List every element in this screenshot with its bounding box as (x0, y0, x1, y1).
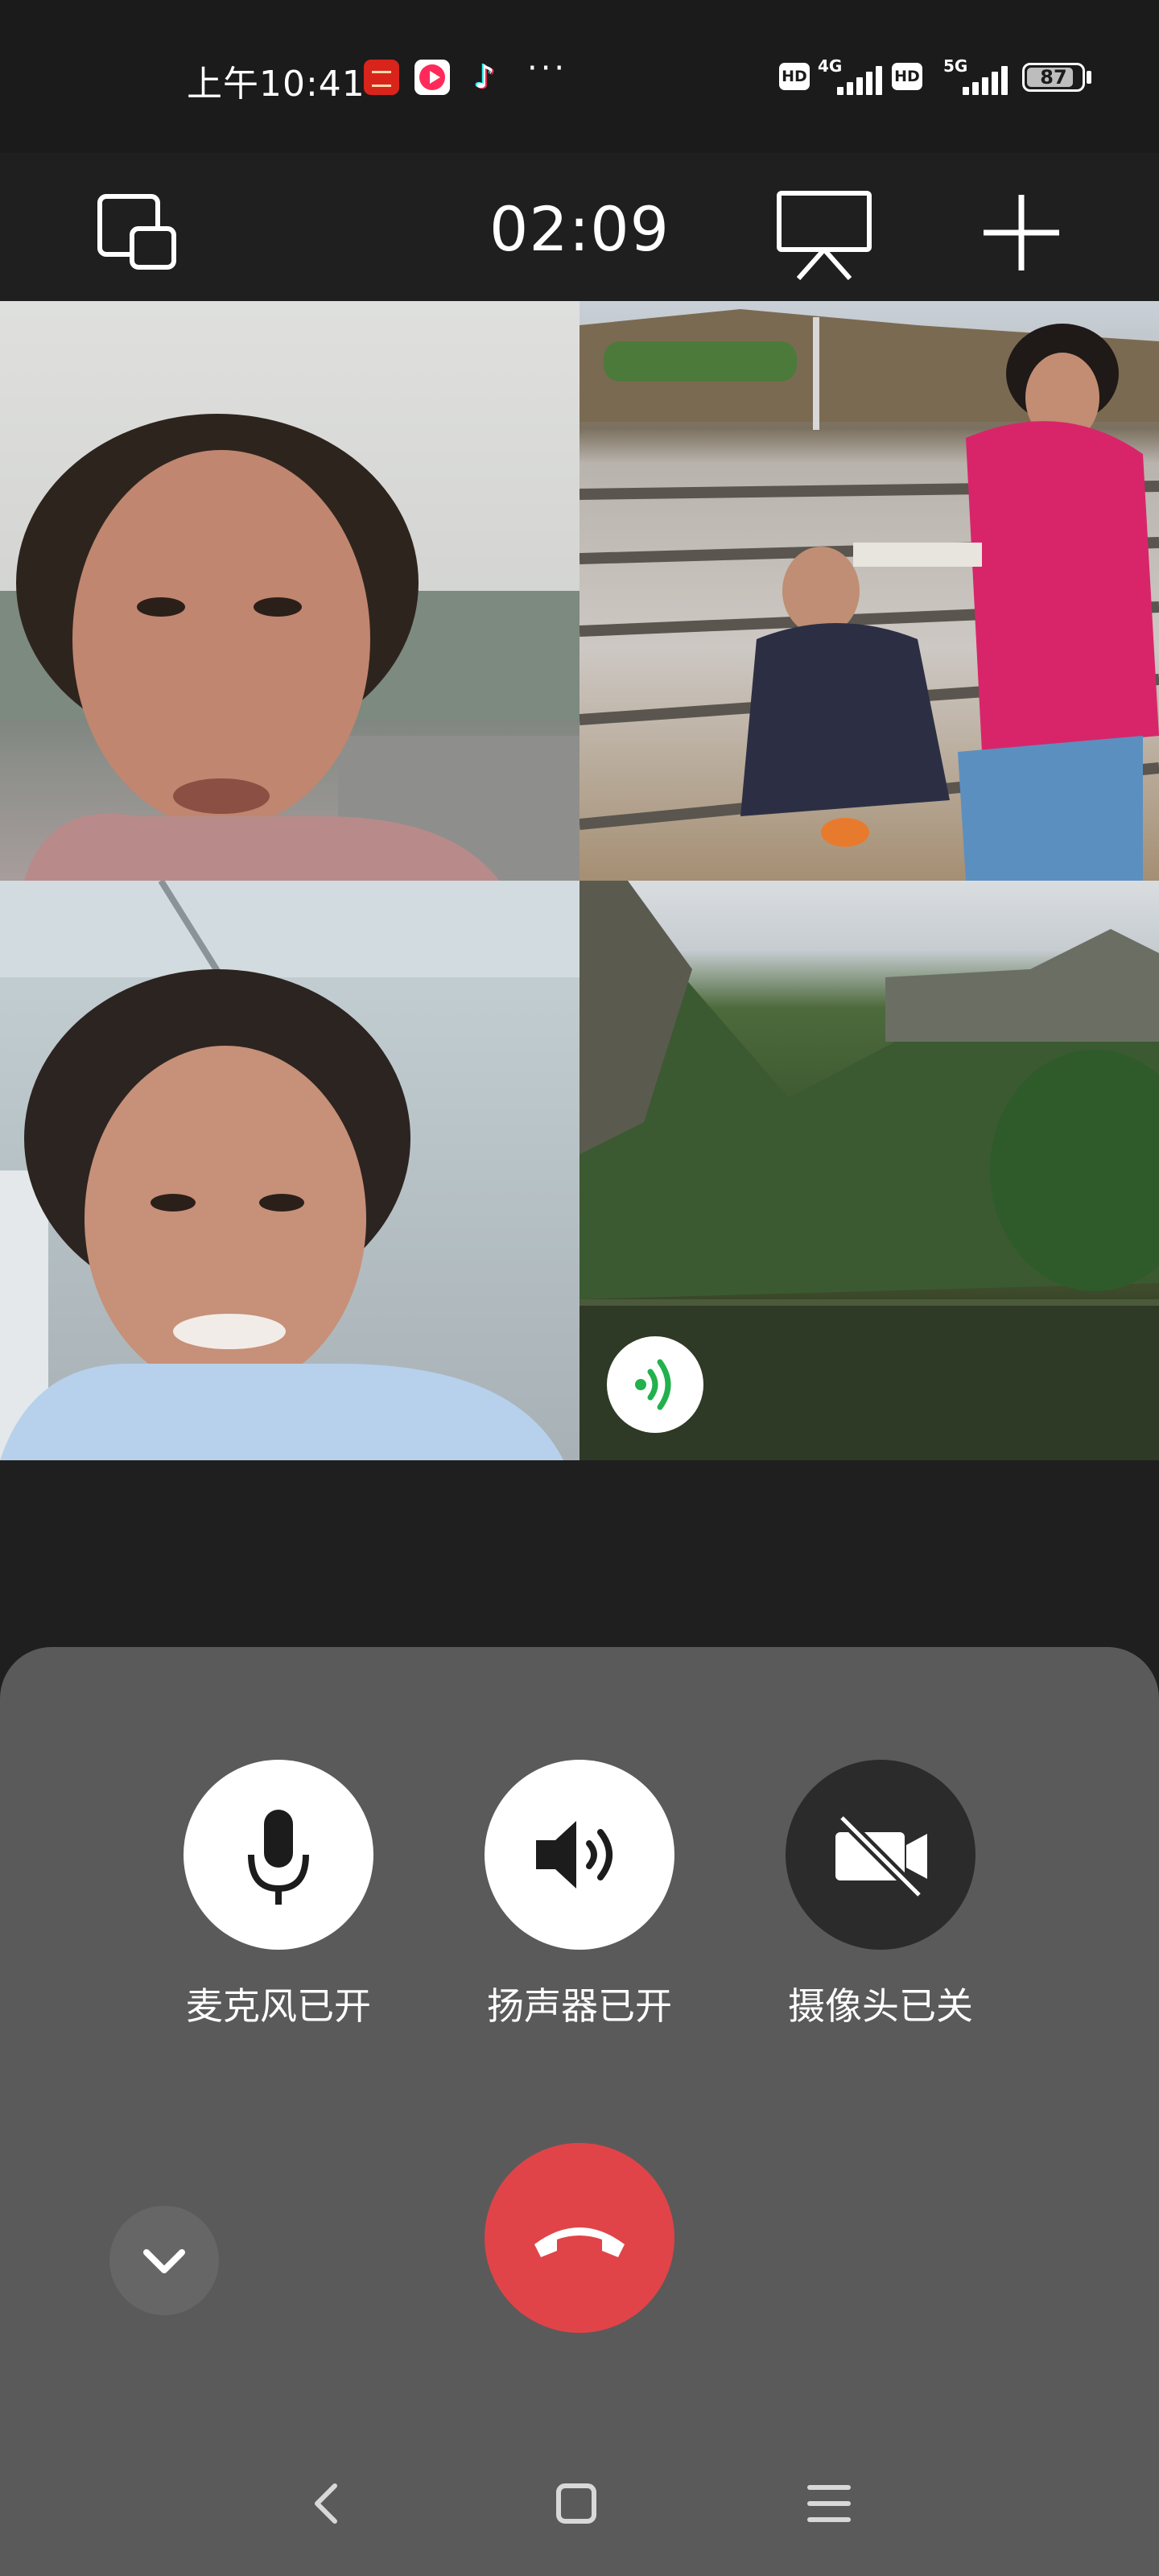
hd-badge: HD (779, 63, 810, 90)
nav-menu-button[interactable] (797, 2471, 861, 2536)
more-dots-icon: ··· (527, 50, 568, 87)
minimize-window-button[interactable] (95, 192, 182, 272)
participant-video-tile[interactable] (0, 881, 580, 1460)
nav-back-button[interactable] (295, 2471, 359, 2536)
call-timer: 02:09 (489, 193, 670, 265)
signal-strength-icon (834, 64, 882, 95)
participant-video-tile[interactable] (0, 301, 580, 881)
battery-level-text: 87 (1040, 66, 1067, 89)
camera-label: 摄像头已关 (788, 1984, 973, 2028)
hang-up-button[interactable] (485, 2143, 674, 2333)
xuexi-app-icon (364, 60, 399, 95)
camera-off-icon (835, 1814, 927, 1899)
speaker-toggle-button[interactable] (485, 1760, 674, 1950)
participant-video-frame (580, 309, 1159, 881)
signal-strength-icon (959, 64, 1008, 95)
speaker-label: 扬声器已开 (487, 1984, 672, 2028)
speaking-sound-wave-icon (635, 1359, 671, 1410)
back-icon (315, 2483, 337, 2524)
speaking-indicator (607, 1336, 703, 1433)
add-participant-button[interactable] (980, 192, 1062, 274)
microphone-icon (248, 1810, 309, 1905)
battery-cap (1087, 71, 1091, 84)
screen-share-button[interactable] (774, 188, 874, 282)
add-participant-icon (984, 195, 1059, 270)
menu-icon (807, 2485, 851, 2522)
status-bar: 上午10:41 ♪ ··· HD 4G HD 5G 87 (0, 0, 1159, 153)
hd-badge: HD (892, 63, 922, 90)
video-app-icon (415, 60, 450, 95)
speaker-icon (536, 1821, 612, 1889)
battery-icon: 87 (1022, 63, 1085, 92)
participant-video-tile[interactable] (580, 301, 1159, 881)
home-icon (556, 2483, 596, 2524)
tiktok-icon: ♪ (474, 59, 495, 96)
chevron-down-icon (143, 2249, 185, 2273)
minimize-window-icon (97, 194, 176, 270)
hang-up-phone-icon (534, 2227, 625, 2257)
microphone-label: 麦克风已开 (186, 1984, 371, 2028)
status-time: 上午10:41 (187, 64, 365, 105)
collapse-panel-button[interactable] (109, 2206, 219, 2315)
microphone-toggle-button[interactable] (184, 1760, 373, 1950)
participant-video-frame (0, 881, 580, 1460)
participant-video-frame (0, 414, 580, 881)
nav-home-button[interactable] (544, 2471, 608, 2536)
participant-video-tile[interactable] (580, 881, 1159, 1460)
camera-toggle-button[interactable] (786, 1760, 975, 1950)
screen-share-icon (777, 191, 872, 280)
